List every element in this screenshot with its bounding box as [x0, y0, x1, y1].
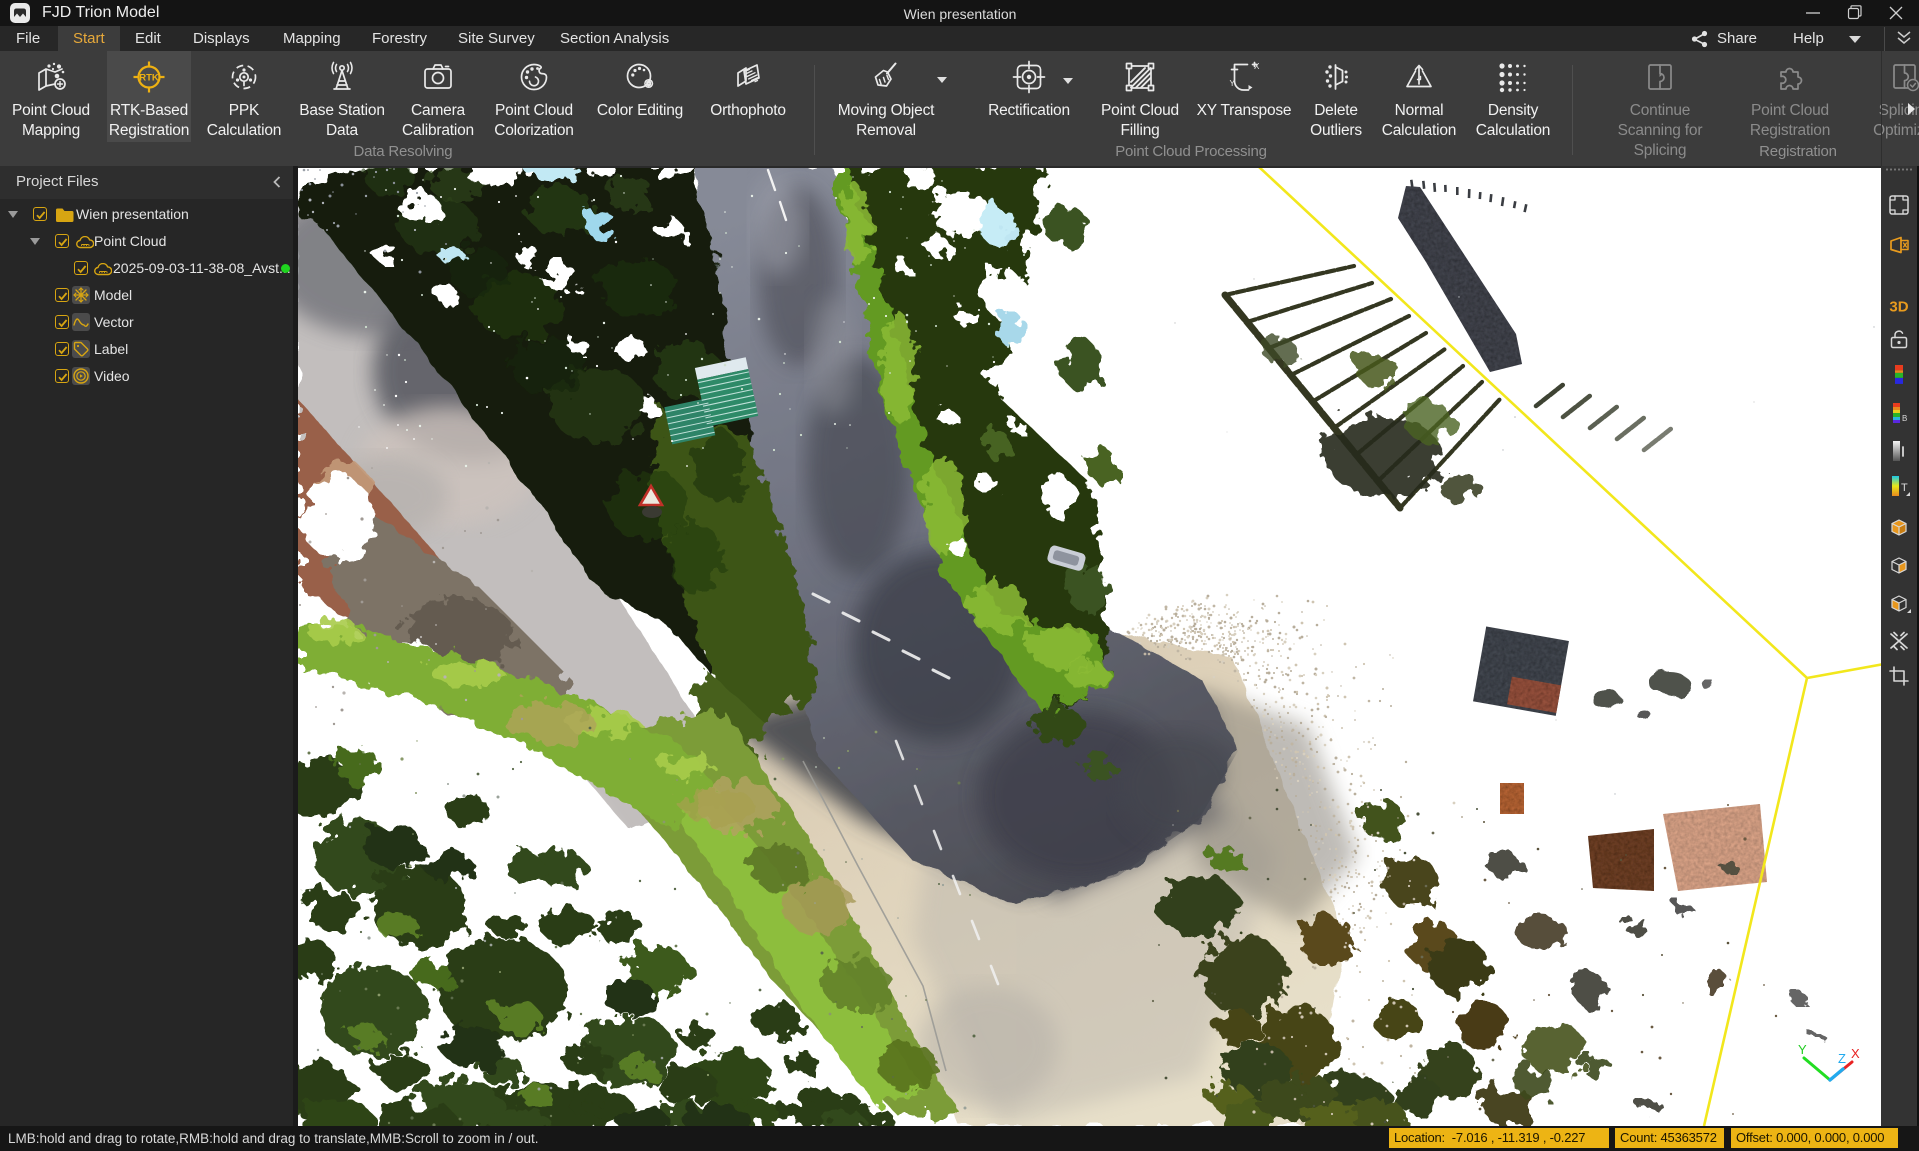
svg-text:RTK: RTK	[139, 73, 159, 84]
svg-text:X: X	[1254, 62, 1260, 71]
svg-text:T: T	[1901, 482, 1908, 494]
svg-text:Z: Z	[1838, 1051, 1846, 1066]
svg-text:B: B	[1902, 414, 1907, 423]
svg-text:Y: Y	[1230, 79, 1236, 88]
svg-text:3D: 3D	[1889, 299, 1908, 316]
svg-text:X: X	[1851, 1046, 1860, 1061]
svg-text:Y: Y	[1798, 1042, 1807, 1057]
